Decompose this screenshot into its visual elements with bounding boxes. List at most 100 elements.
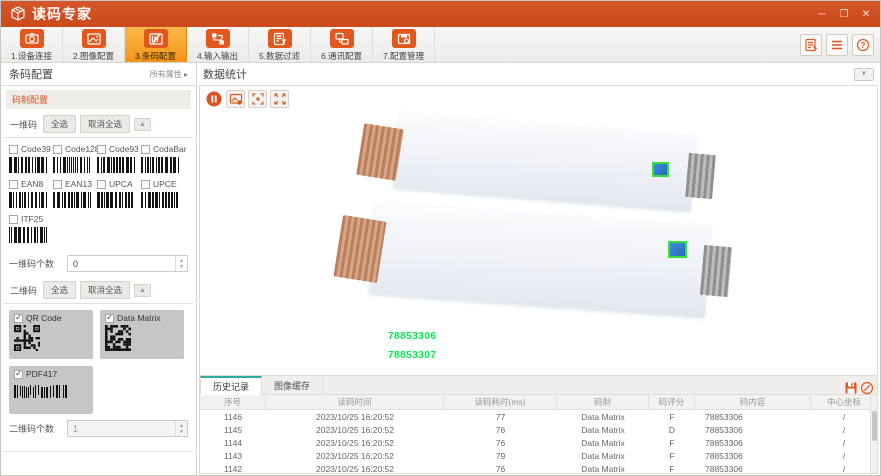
barcode-name: QR Code [26, 313, 61, 323]
barcode-option-code39[interactable]: Code39 [9, 144, 53, 173]
battery-cell-bottom [369, 202, 711, 317]
checkbox[interactable]: ✓ [14, 314, 23, 323]
barcode-sample-image [141, 192, 179, 208]
table-cell: 1143 [200, 449, 266, 462]
deselect-all-button[interactable]: 取消全选 [80, 115, 130, 133]
barcode-name: Code39 [21, 144, 51, 154]
image-viewer[interactable]: 7885330678853307 [199, 85, 878, 376]
barcode-sample-image [105, 325, 179, 351]
list-button[interactable] [826, 34, 848, 56]
statistics-title: 数据统计 [203, 66, 247, 82]
barcode-option-upce[interactable]: UPCE [141, 179, 185, 208]
clear-button[interactable] [860, 381, 873, 394]
table-row[interactable]: 11452023/10/25 16:20:5276Data MatrixD788… [200, 423, 877, 436]
table-cell: 1142 [200, 462, 266, 473]
checkbox[interactable] [9, 180, 18, 189]
collapse-group-button[interactable]: ▲ [134, 284, 151, 297]
checkbox[interactable] [141, 145, 150, 154]
table-cell: 2023/10/25 16:20:52 [266, 449, 444, 462]
barcode-name: UPCE [153, 179, 177, 189]
image-settings-button[interactable] [226, 90, 245, 108]
tab-6.通讯配置[interactable]: 6.通讯配置 [311, 27, 373, 62]
barcode-option-code93[interactable]: Code93 [97, 144, 141, 173]
barcode-option-ean13[interactable]: EAN13 [53, 179, 97, 208]
checkbox[interactable] [141, 180, 150, 189]
all-properties-link[interactable]: 所有属性 ▸ [150, 69, 188, 80]
table-row[interactable]: 11442023/10/25 16:20:5276Data MatrixF788… [200, 436, 877, 449]
checkbox[interactable] [9, 145, 18, 154]
minimize-button[interactable]: ─ [816, 9, 828, 20]
tab-3.条码配置[interactable]: 3.条码配置 [125, 27, 187, 62]
camera-icon [20, 29, 44, 48]
checkbox[interactable]: ✓ [105, 314, 114, 323]
tab-label: 1.设备连接 [11, 50, 52, 62]
app-window: 读码专家 ─ ❐ ✕ 1.设备连接2.图像配置3.条码配置4.输入输出5.数据过… [0, 0, 881, 476]
barcode-option-upca[interactable]: UPCA [97, 179, 141, 208]
count-label: 一维码个数 [9, 257, 61, 270]
select-all-button[interactable]: 全选 [43, 115, 76, 133]
maximize-button[interactable]: ❐ [838, 9, 850, 20]
checkbox[interactable]: ✓ [14, 370, 23, 379]
pause-button[interactable] [204, 90, 223, 108]
barcode-sample-image [9, 227, 47, 243]
spinner-arrows[interactable]: ▲▼ [175, 256, 187, 271]
save-button[interactable] [844, 381, 857, 394]
table-cell: / [811, 436, 877, 449]
table-cell: F [649, 410, 695, 423]
report-button[interactable] [800, 34, 822, 56]
barcode-option-pdf417[interactable]: ✓PDF417 [9, 366, 93, 414]
decode-results: 7885330678853307 [388, 331, 437, 361]
collapse-panel-button[interactable]: ▼ [854, 68, 874, 81]
table-row[interactable]: 11422023/10/25 16:20:5276Data MatrixF788… [200, 462, 877, 473]
list-icon [829, 37, 845, 53]
checkbox[interactable] [53, 145, 62, 154]
clear-icon [859, 380, 875, 396]
spinner-arrows[interactable]: ▲▼ [175, 421, 187, 436]
collapse-group-button[interactable]: ▲ [134, 118, 151, 131]
tab-label: 3.条码配置 [135, 50, 176, 62]
barcode-name: ITF25 [21, 214, 43, 224]
table-row[interactable]: 11432023/10/25 16:20:5279Data MatrixF788… [200, 449, 877, 462]
fullscreen-button[interactable] [270, 90, 289, 108]
history-table: 序号读码时间读码耗时(ms)码制码评分码内容中心坐标 11462023/10/2… [200, 395, 877, 473]
table-cell: 1144 [200, 436, 266, 449]
deselect-all-button[interactable]: 取消全选 [80, 281, 130, 299]
close-button[interactable]: ✕ [860, 9, 872, 20]
tab-4.输入输出[interactable]: 4.输入输出 [187, 27, 249, 62]
decode-result-text: 78853306 [388, 331, 437, 342]
panel-title: 条码配置 [9, 66, 53, 82]
barcode-option-qr-code[interactable]: ✓QR Code [9, 310, 93, 359]
help-button[interactable]: ? [852, 34, 874, 56]
fit-view-button[interactable] [248, 90, 267, 108]
toolbar-tabs: 1.设备连接 2.图像配置 3.条码配置 4.输入输出5.数据过滤6.通讯配置7.配置… [1, 27, 435, 62]
history-tab-1[interactable]: 图像缓存 [262, 376, 323, 395]
count-spinner-2d[interactable]: 1▲▼ [67, 420, 188, 437]
checkbox[interactable] [97, 180, 106, 189]
checkbox[interactable] [53, 180, 62, 189]
table-cell: 1145 [200, 423, 266, 436]
tab-2.图像配置[interactable]: 2.图像配置 [63, 27, 125, 62]
table-scrollbar[interactable] [870, 395, 877, 473]
toolbar-right-buttons: ? [800, 27, 880, 62]
tab-5.数据过滤[interactable]: 5.数据过滤 [249, 27, 311, 62]
tab-1.设备连接[interactable]: 1.设备连接 [1, 27, 63, 62]
barcode-option-code128[interactable]: Code128 [53, 144, 97, 173]
count-spinner-1d[interactable]: 0▲▼ [67, 255, 188, 272]
barcode-sample-image [53, 192, 91, 208]
barcode-sample-image [53, 157, 91, 173]
barcode-option-codabar[interactable]: CodaBar [141, 144, 185, 173]
barcode-sample-image [9, 157, 47, 173]
checkbox[interactable] [9, 215, 18, 224]
barcode-option-itf25[interactable]: ITF25 [9, 214, 53, 243]
copper-tab-top [356, 123, 404, 181]
select-all-button[interactable]: 全选 [43, 281, 76, 299]
tab-7.配置管理[interactable]: 7.配置管理 [373, 27, 435, 62]
group-label: 一维码 [10, 118, 37, 131]
barcode-option-data-matrix[interactable]: ✓Data Matrix [100, 310, 184, 359]
table-row[interactable]: 11462023/10/25 16:20:5277Data MatrixF788… [200, 410, 877, 423]
barcode-option-ean8[interactable]: EAN8 [9, 179, 53, 208]
checkbox[interactable] [97, 145, 106, 154]
scrollbar-thumb[interactable] [872, 411, 877, 441]
history-tab-0[interactable]: 历史记录 [200, 376, 262, 395]
group-label: 二维码 [10, 284, 37, 297]
